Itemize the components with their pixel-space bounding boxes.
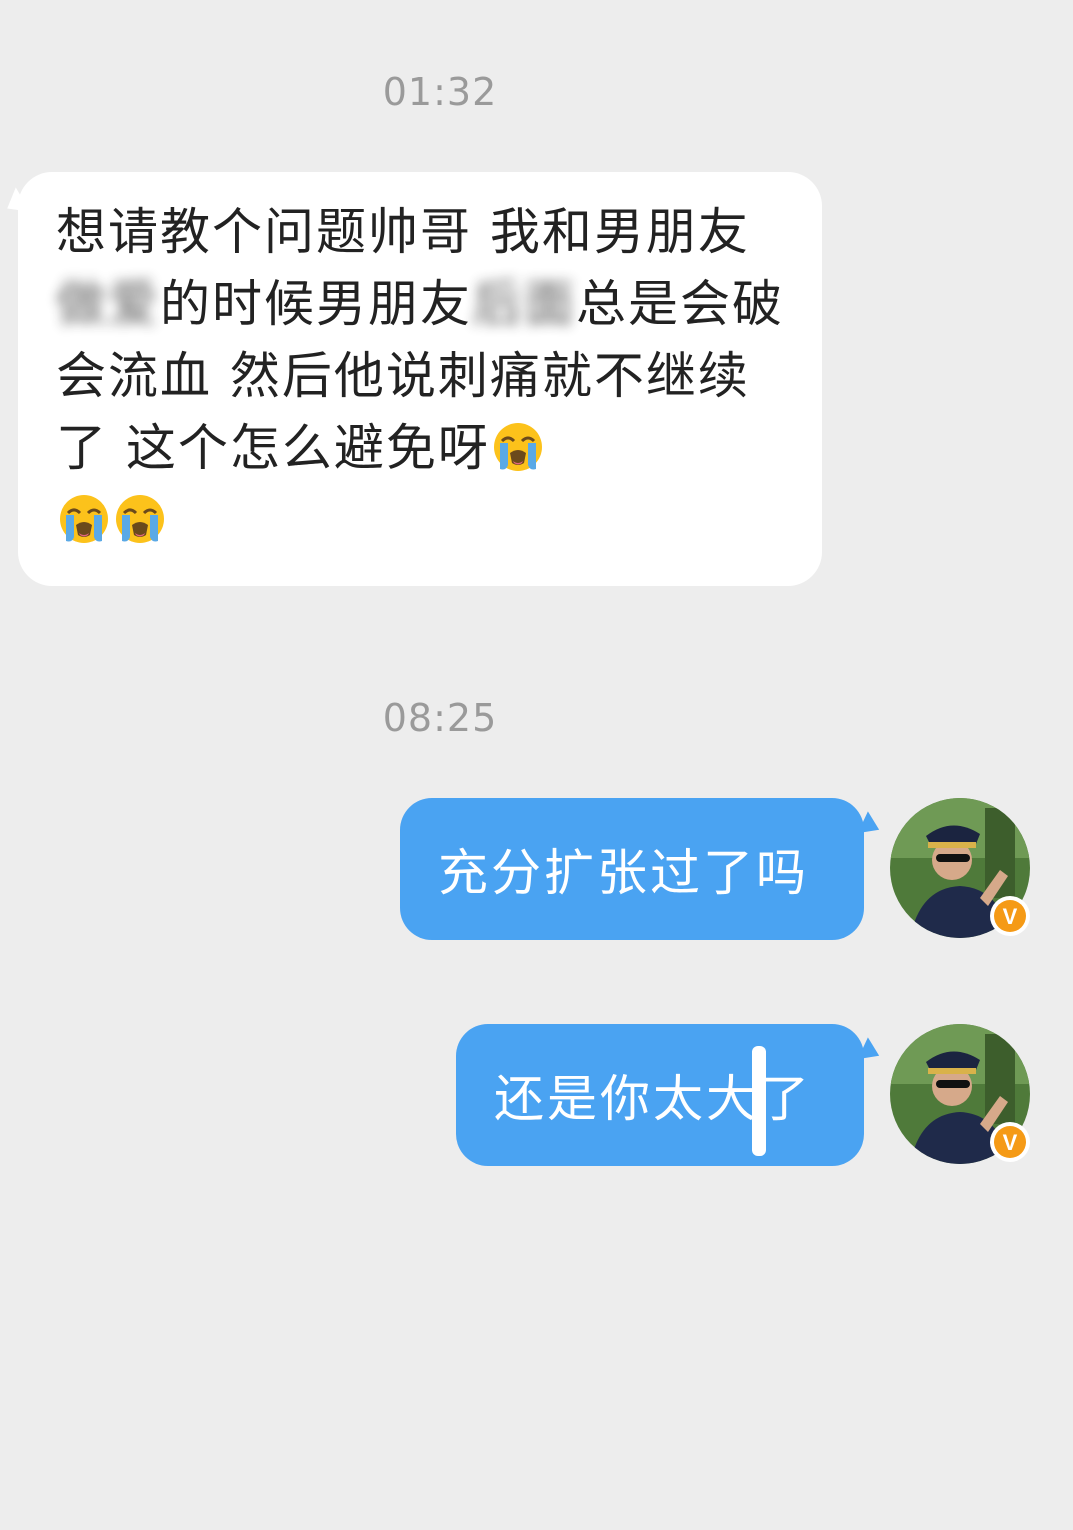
blurred-text: 后面 [472, 275, 576, 333]
outgoing-message-bubble[interactable]: 还是你太大了 [456, 1024, 885, 1166]
message-text-part: 想请教个问题帅哥 我和男朋友 [56, 203, 750, 261]
loudly-crying-face-icon [60, 495, 108, 543]
blurred-text: 做爱 [56, 275, 160, 333]
avatar[interactable] [890, 1024, 1030, 1164]
avatar[interactable] [890, 798, 1030, 938]
loudly-crying-face-icon [116, 495, 164, 543]
incoming-message-text: 想请教个问题帅哥 我和男朋友做爱的时候男朋友后面总是会破 会流血 然后他说刺痛就… [56, 196, 786, 556]
outgoing-message-bubble[interactable]: 充分扩张过了吗 [400, 798, 885, 940]
text-cursor-mark [752, 1046, 766, 1156]
timestamp: 08:25 [382, 696, 498, 740]
message-text-part: 的时候男朋友 [160, 275, 472, 333]
bubble-tail [857, 1037, 885, 1067]
timestamp: 01:32 [382, 70, 498, 114]
bubble-tail [0, 187, 30, 221]
outgoing-message-text: 充分扩张过了吗 [438, 844, 809, 902]
loudly-crying-face-icon [493, 423, 542, 471]
bubble-tail [857, 811, 885, 841]
incoming-message-bubble[interactable]: 想请教个问题帅哥 我和男朋友做爱的时候男朋友后面总是会破 会流血 然后他说刺痛就… [0, 172, 822, 586]
